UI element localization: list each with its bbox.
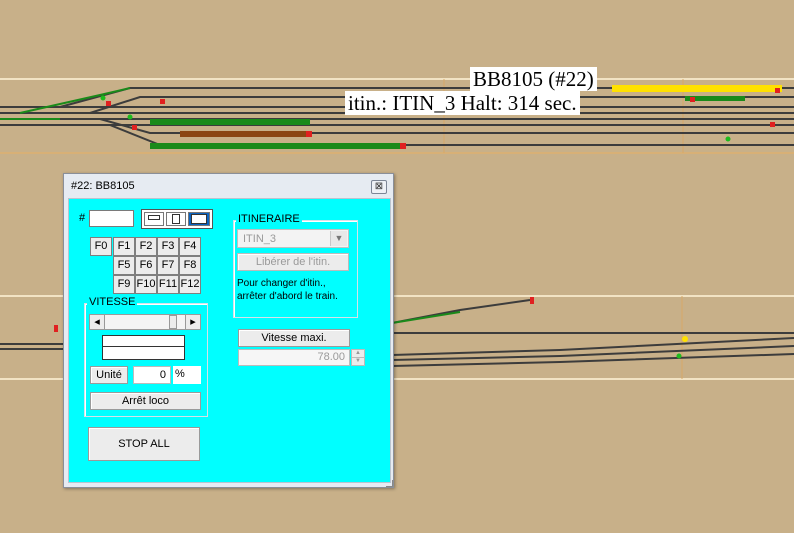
stop-loco-button[interactable]: Arrêt loco: [90, 392, 201, 410]
function-key-f1[interactable]: F1: [113, 237, 135, 256]
view-small-icon[interactable]: [144, 212, 164, 226]
function-key-f5[interactable]: F5: [113, 256, 135, 275]
function-key-f7[interactable]: F7: [157, 256, 179, 275]
chevron-down-icon[interactable]: ▼: [330, 231, 347, 246]
speed-unit-label: %: [173, 366, 201, 384]
function-key-f4[interactable]: F4: [179, 237, 201, 256]
view-medium-icon[interactable]: [166, 212, 186, 226]
loco-control-window: #22: BB8105 ⊠ # F0 F1 F2 F3 F4 F5 F6 F7 …: [63, 173, 394, 488]
speed-scrollbar[interactable]: ◂ ▸: [89, 314, 201, 330]
spin-up-icon[interactable]: ▲: [352, 350, 364, 358]
function-key-f8[interactable]: F8: [179, 256, 201, 275]
window-titlebar[interactable]: #22: BB8105 ⊠: [64, 174, 393, 198]
function-key-f2[interactable]: F2: [135, 237, 157, 256]
train-tooltip-title: BB8105 (#22): [470, 67, 597, 91]
itinerary-selected-value: ITIN_3: [243, 233, 277, 245]
train-tooltip-status: itin.: ITIN_3 Halt: 314 sec.: [345, 91, 580, 115]
speed-value-field[interactable]: 0: [133, 366, 171, 384]
address-label: #: [79, 212, 86, 224]
spin-down-icon[interactable]: ▼: [352, 358, 364, 365]
speed-group-label: VITESSE: [87, 296, 138, 308]
scroll-left-button[interactable]: ◂: [90, 315, 105, 329]
function-key-f3[interactable]: F3: [157, 237, 179, 256]
close-button[interactable]: ⊠: [371, 180, 387, 194]
function-key-f9[interactable]: F9: [113, 275, 135, 294]
function-key-f11[interactable]: F11: [157, 275, 179, 294]
itinerary-group-label: ITINERAIRE: [236, 213, 302, 225]
window-title: #22: BB8105: [71, 180, 135, 192]
function-key-f12[interactable]: F12: [179, 275, 201, 294]
release-itinerary-button[interactable]: Libérer de l'itin.: [237, 253, 349, 271]
view-large-icon[interactable]: [188, 212, 210, 226]
stop-all-button[interactable]: STOP ALL: [88, 427, 200, 461]
function-key-f0[interactable]: F0: [90, 237, 112, 256]
max-speed-spinner[interactable]: ▲ ▼: [351, 349, 365, 366]
view-mode-selector: [141, 209, 213, 229]
function-key-f6[interactable]: F6: [135, 256, 157, 275]
itinerary-select[interactable]: ITIN_3 ▼: [237, 229, 349, 248]
address-input[interactable]: [89, 210, 134, 227]
resize-grip-icon[interactable]: [386, 480, 393, 487]
control-panel: # F0 F1 F2 F3 F4 F5 F6 F7 F8 F9 F10 F11 …: [68, 198, 391, 483]
itinerary-note: Pour changer d'itin., arrêter d'abord le…: [237, 278, 338, 302]
speed-indicator: [102, 335, 185, 360]
scroll-right-button[interactable]: ▸: [185, 315, 200, 329]
max-speed-button[interactable]: Vitesse maxi.: [238, 329, 350, 347]
max-speed-field[interactable]: 78.00: [238, 349, 350, 366]
function-keys: F0 F1 F2 F3 F4 F5 F6 F7 F8 F9 F10 F11 F1…: [90, 237, 204, 294]
unit-button[interactable]: Unité: [90, 366, 128, 384]
speed-slider-thumb[interactable]: [169, 315, 177, 329]
function-key-f10[interactable]: F10: [135, 275, 157, 294]
